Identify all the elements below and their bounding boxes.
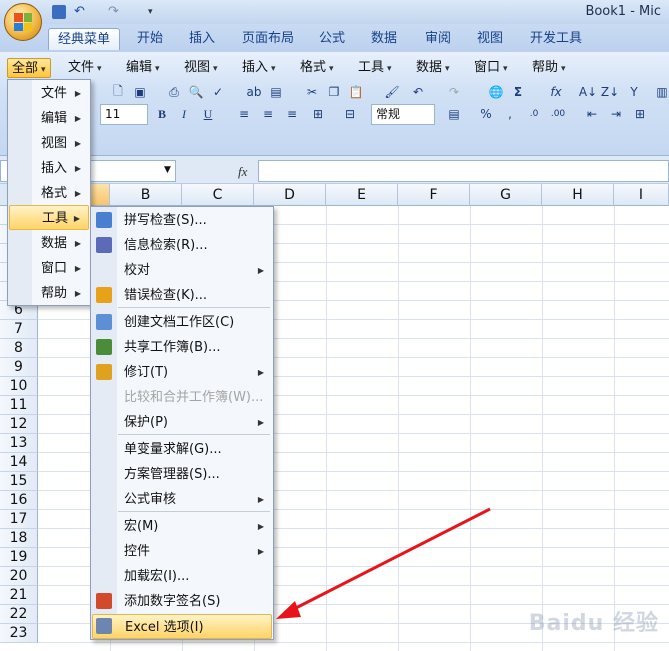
arrow-head xyxy=(276,601,301,619)
annotation-arrow xyxy=(276,507,491,619)
watermark: Baidu 经验 xyxy=(528,611,659,636)
arrow-shaft xyxy=(289,507,491,613)
